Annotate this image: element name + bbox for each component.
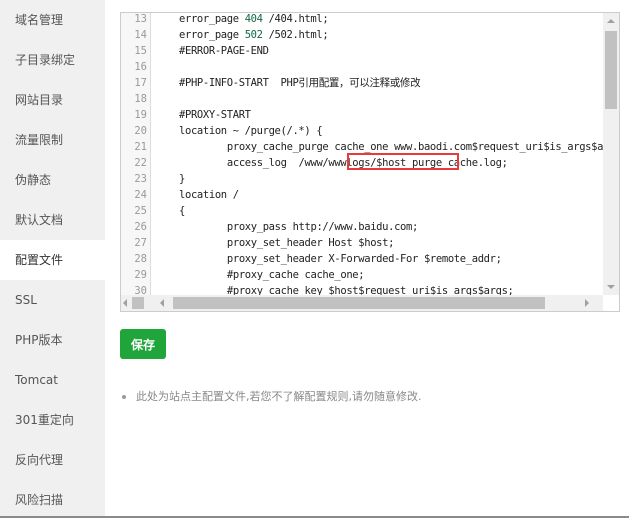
code-line[interactable]: 20 location ~ /purge(/.*) { <box>121 123 603 139</box>
sidebar-item[interactable]: SSL <box>0 280 105 320</box>
code-text: { <box>179 205 185 217</box>
horizontal-scroll-thumb[interactable] <box>173 297 545 309</box>
gutter-scroll-thumb[interactable] <box>132 297 144 309</box>
line-number: 29 <box>134 269 147 281</box>
line-number: 18 <box>134 93 147 105</box>
line-number: 24 <box>134 189 147 201</box>
gutter-scroll-left-arrow-icon[interactable] <box>123 299 127 307</box>
sidebar-item[interactable]: PHP版本 <box>0 320 105 360</box>
sidebar-item[interactable]: 流量限制 <box>0 120 105 160</box>
sidebar: 域名管理 子目录绑定 网站目录 流量限制 伪静态 默认文档 配置文件 SSL PHP版本 Tomc… <box>0 0 105 516</box>
line-number: 15 <box>134 45 147 57</box>
sidebar-item[interactable]: 风险扫描 <box>0 480 105 520</box>
line-number: 17 <box>134 77 147 89</box>
line-number: 16 <box>134 61 147 73</box>
tip-text: 此处为站点主配置文件,若您不了解配置规则,请勿随意修改. <box>136 390 422 403</box>
code-line[interactable]: 23} <box>121 171 603 187</box>
code-line[interactable]: 17 #PHP-INFO-START PHP引用配置，可以注释或修改 <box>121 75 603 91</box>
code-text: location ~ /purge(/.*) { <box>179 125 323 137</box>
status-code-number: 502 <box>244 29 263 41</box>
sidebar-item[interactable]: 配置文件 <box>0 240 105 280</box>
line-number: 27 <box>134 237 147 249</box>
highlight-annotation <box>347 153 459 170</box>
vertical-scrollbar[interactable] <box>603 13 619 295</box>
code-line[interactable]: 19 #PROXY-START <box>121 107 603 123</box>
code-text: #PHP-INFO-START PHP引用配置，可以注释或修改 <box>179 77 421 89</box>
code-line[interactable]: 29 #proxy_cache cache_one; <box>121 267 603 283</box>
code-line[interactable]: 16 <box>121 59 603 75</box>
line-number: 23 <box>134 173 147 185</box>
code-line[interactable]: 27 proxy_set_header Host $host; <box>121 235 603 251</box>
status-code-number: 404 <box>244 13 263 25</box>
code-text: #ERROR-PAGE-END <box>179 45 269 57</box>
sidebar-item[interactable]: Tomcat <box>0 360 105 400</box>
line-number: 19 <box>134 109 147 121</box>
tip-item: 此处为站点主配置文件,若您不了解配置规则,请勿随意修改. <box>122 388 422 404</box>
scroll-right-arrow-icon[interactable] <box>585 299 589 307</box>
vertical-scroll-thumb[interactable] <box>605 31 617 109</box>
line-number: 13 <box>134 13 147 25</box>
sidebar-item[interactable]: 伪静态 <box>0 160 105 200</box>
scroll-left-arrow-icon[interactable] <box>160 299 164 307</box>
save-button[interactable]: 保存 <box>120 329 166 359</box>
code-text: proxy_set_header X-Forwarded-For $remote… <box>203 253 502 265</box>
sidebar-item[interactable]: 网站目录 <box>0 80 105 120</box>
code-line[interactable]: 15 #ERROR-PAGE-END <box>121 43 603 59</box>
line-number: 14 <box>134 29 147 41</box>
code-text: error_page 404 /404.html; <box>179 13 329 25</box>
code-text: proxy_pass http://www.baidu.com; <box>203 221 418 233</box>
code-line[interactable]: 18 <box>121 91 603 107</box>
scrollbar-corner <box>603 295 619 311</box>
code-text: } <box>179 173 185 185</box>
horizontal-scrollbar[interactable] <box>121 295 603 311</box>
sidebar-item[interactable]: 域名管理 <box>0 0 105 40</box>
line-number: 20 <box>134 125 147 137</box>
code-line[interactable]: 26 proxy_pass http://www.baidu.com; <box>121 219 603 235</box>
code-text: error_page 502 /502.html; <box>179 29 329 41</box>
sidebar-item[interactable]: 301重定向 <box>0 400 105 440</box>
code-line[interactable]: 25 { <box>121 203 603 219</box>
code-line[interactable]: 24 location / <box>121 187 603 203</box>
line-number: 28 <box>134 253 147 265</box>
line-number: 25 <box>134 205 147 217</box>
code-text: #proxy_cache cache_one; <box>203 269 365 281</box>
sidebar-item[interactable]: 反向代理 <box>0 440 105 480</box>
line-number: 21 <box>134 141 147 153</box>
config-editor[interactable]: 13 error_page 404 /404.html; 14 error_page … <box>120 12 620 312</box>
code-text: location / <box>179 189 239 201</box>
sidebar-item[interactable]: 默认文档 <box>0 200 105 240</box>
scroll-down-arrow-icon[interactable] <box>607 285 615 289</box>
code-line[interactable]: 14 error_page 502 /502.html; <box>121 27 603 43</box>
code-text: proxy_set_header Host $host; <box>203 237 395 249</box>
line-number: 22 <box>134 157 147 169</box>
bullet-icon <box>122 395 126 399</box>
code-line[interactable]: 28 proxy_set_header X-Forwarded-For $rem… <box>121 251 603 267</box>
code-text: #PROXY-START <box>179 109 251 121</box>
sidebar-item[interactable]: 子目录绑定 <box>0 40 105 80</box>
scroll-up-arrow-icon[interactable] <box>607 19 615 23</box>
line-number: 26 <box>134 221 147 233</box>
code-line[interactable]: 13 error_page 404 /404.html; <box>121 13 603 27</box>
